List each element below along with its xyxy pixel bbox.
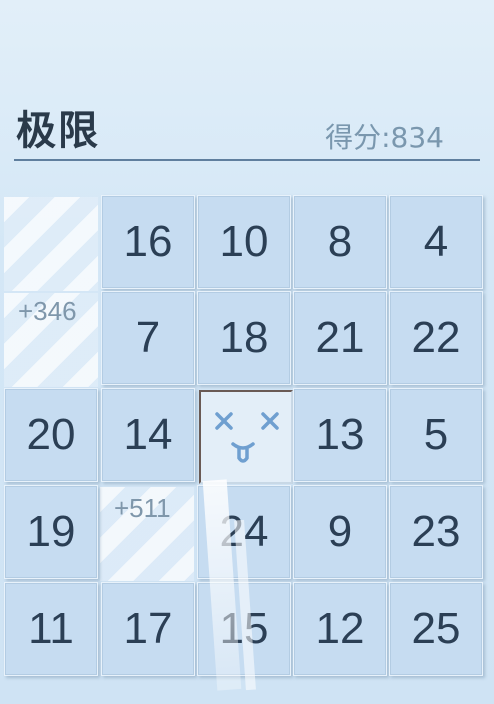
number-tile[interactable]: 4 — [389, 195, 483, 289]
number-tile[interactable]: 17 — [101, 582, 195, 676]
bonus-score-popup: +511 — [114, 493, 171, 523]
header-divider — [14, 159, 480, 161]
game-board: 16 10 8 4 7 18 21 22 20 14 13 5 19 24 9 … — [0, 193, 494, 689]
number-tile[interactable]: 8 — [293, 195, 387, 289]
number-tile[interactable]: 13 — [293, 388, 387, 482]
number-tile[interactable]: 5 — [389, 388, 483, 482]
score-display: 得分:834 — [325, 121, 444, 154]
number-tile[interactable]: 9 — [293, 485, 387, 579]
number-tile[interactable]: 24 — [197, 485, 291, 579]
number-tile[interactable]: 15 — [197, 582, 291, 676]
number-tile[interactable]: 25 — [389, 582, 483, 676]
number-tile[interactable]: 16 — [101, 195, 195, 289]
number-tile[interactable]: 14 — [101, 388, 195, 482]
number-tile[interactable]: 10 — [197, 195, 291, 289]
number-tile[interactable]: 20 — [4, 388, 98, 482]
number-tile[interactable]: 18 — [197, 291, 291, 385]
empty-slot[interactable] — [199, 390, 293, 484]
cleared-tile — [4, 197, 98, 291]
number-tile[interactable]: 22 — [389, 291, 483, 385]
dizzy-face-icon — [215, 412, 279, 463]
number-tile[interactable]: 21 — [293, 291, 387, 385]
page-title: 极限 — [16, 108, 100, 154]
number-tile[interactable]: 7 — [101, 291, 195, 385]
number-tile[interactable]: 19 — [4, 485, 98, 579]
number-tile[interactable]: 12 — [293, 582, 387, 676]
number-tile[interactable]: 11 — [4, 582, 98, 676]
bonus-score-popup: +346 — [18, 296, 77, 326]
number-tile[interactable]: 23 — [389, 485, 483, 579]
